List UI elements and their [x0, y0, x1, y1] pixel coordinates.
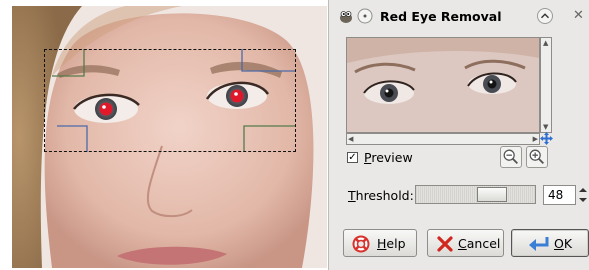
preview-horizontal-scrollbar[interactable]: ◀ ▶ [346, 133, 540, 145]
dialog-titlebar[interactable]: Red Eye Removal ✕ [329, 4, 589, 28]
chevron-up-icon[interactable] [537, 8, 553, 24]
dialog-title: Red Eye Removal [380, 9, 502, 24]
lifebuoy-icon [352, 235, 370, 253]
ok-button[interactable]: OK [511, 229, 589, 257]
threshold-spinbox[interactable]: 48 [543, 185, 576, 205]
gimp-wilber-icon [340, 11, 352, 23]
help-label: Help [377, 236, 406, 251]
preview-image [347, 38, 539, 132]
preview-checkbox[interactable]: ✓ [347, 152, 358, 163]
zoom-in-icon [529, 149, 545, 165]
cancel-button[interactable]: Cancel [427, 229, 504, 257]
cancel-label: Cancel [458, 236, 501, 251]
threshold-slider-handle[interactable] [477, 187, 507, 202]
spin-arrows-icon[interactable] [578, 185, 588, 205]
window-menu-icon[interactable] [357, 8, 373, 24]
move-cross-icon[interactable] [540, 132, 553, 145]
preview-label[interactable]: Preview [364, 150, 413, 165]
cancel-x-icon [437, 236, 453, 252]
image-canvas[interactable] [12, 6, 327, 268]
zoom-out-icon [503, 149, 519, 165]
threshold-label: Threshold: [348, 188, 414, 203]
red-eye-dialog: Red Eye Removal ✕ ▲ ▼ ◀ ▶ ✓ Preview Thre… [328, 0, 589, 270]
preview-pane[interactable] [346, 37, 540, 133]
ok-label: OK [554, 236, 573, 251]
help-button[interactable]: Help [343, 229, 417, 257]
close-icon[interactable]: ✕ [573, 8, 584, 23]
return-arrow-icon [529, 237, 549, 251]
threshold-value[interactable]: 48 [548, 188, 563, 202]
preview-vertical-scrollbar[interactable]: ▲ ▼ [540, 37, 552, 133]
zoom-out-button[interactable] [500, 146, 522, 168]
screenshot-root: Red Eye Removal ✕ ▲ ▼ ◀ ▶ ✓ Preview Thre… [0, 0, 589, 270]
selection-marquee[interactable] [44, 49, 296, 152]
zoom-in-button[interactable] [526, 146, 548, 168]
threshold-slider[interactable] [415, 185, 536, 204]
